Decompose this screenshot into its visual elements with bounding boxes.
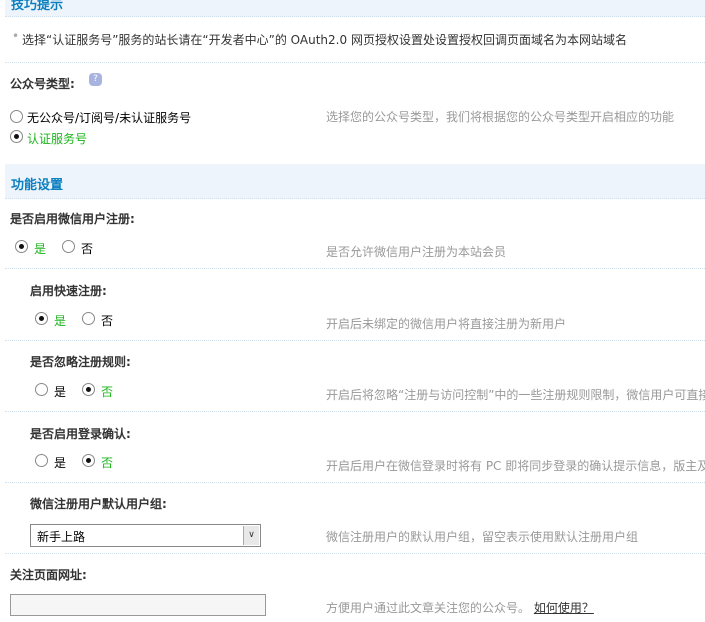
radio-yes[interactable] bbox=[35, 383, 48, 396]
user-group-select[interactable]: 新手上路 ∨ bbox=[30, 524, 261, 547]
divider bbox=[5, 268, 705, 269]
features-header: 功能设置 bbox=[5, 164, 705, 199]
radio-yes[interactable] bbox=[15, 240, 28, 253]
account-type-label: 公众号类型: bbox=[10, 77, 75, 91]
divider bbox=[5, 482, 705, 483]
radio-no-label[interactable]: 否 bbox=[101, 454, 113, 471]
radio-yes-label[interactable]: 是 bbox=[54, 383, 66, 400]
tips-title: 技巧提示 bbox=[11, 0, 64, 13]
how-to-use-link[interactable]: 如何使用？ bbox=[534, 601, 594, 615]
radio-no[interactable] bbox=[82, 383, 95, 396]
radio-yes[interactable] bbox=[35, 312, 48, 325]
chevron-down-icon[interactable]: ∨ bbox=[243, 526, 259, 545]
account-type-radio-1[interactable] bbox=[10, 130, 23, 143]
bullet-icon: • bbox=[12, 29, 20, 43]
radio-no-label[interactable]: 否 bbox=[101, 312, 113, 329]
user-group-value: 新手上路 bbox=[37, 530, 86, 544]
setting-label: 是否启用微信用户注册: bbox=[10, 212, 135, 226]
radio-yes[interactable] bbox=[35, 454, 48, 467]
help-icon[interactable]: ? bbox=[89, 73, 102, 86]
radio-no[interactable] bbox=[82, 312, 95, 325]
account-type-desc: 选择您的公众号类型，我们将根据您的公众号类型开启相应的功能 bbox=[326, 110, 675, 124]
tips-text: 选择“认证服务号”服务的站长请在“开发者中心”的 OAuth2.0 网页授权设置… bbox=[22, 33, 627, 47]
setting-label: 是否忽略注册规则: bbox=[30, 355, 131, 369]
follow-url-label: 关注页面网址: bbox=[10, 568, 87, 582]
follow-url-input[interactable] bbox=[10, 594, 266, 616]
user-group-desc: 微信注册用户的默认用户组，留空表示使用默认注册用户组 bbox=[326, 530, 639, 544]
radio-no-label[interactable]: 否 bbox=[101, 383, 113, 400]
account-type-option-0[interactable]: 无公众号/订阅号/未认证服务号 bbox=[27, 109, 191, 126]
setting-desc: 开启后用户在微信登录时将有 PC 即将同步登录的确认提示信息，版主及 bbox=[326, 459, 705, 473]
divider bbox=[5, 340, 705, 341]
account-type-option-1[interactable]: 认证服务号 bbox=[27, 130, 87, 147]
divider bbox=[5, 411, 705, 412]
radio-no[interactable] bbox=[82, 454, 95, 467]
setting-desc: 开启后将忽略“注册与访问控制”中的一些注册规则限制，微信用户可直接 bbox=[326, 388, 705, 402]
radio-no-label[interactable]: 否 bbox=[81, 240, 93, 257]
setting-desc: 是否允许微信用户注册为本站会员 bbox=[326, 245, 507, 259]
setting-label: 是否启用登录确认: bbox=[30, 427, 131, 441]
user-group-label: 微信注册用户默认用户组: bbox=[30, 497, 167, 511]
radio-yes-label[interactable]: 是 bbox=[34, 240, 46, 257]
features-title: 功能设置 bbox=[11, 178, 64, 193]
follow-url-desc-text: 方便用户通过此文章关注您的公众号。 bbox=[326, 601, 531, 615]
tips-header: 技巧提示 bbox=[5, 0, 705, 17]
follow-url-desc: 方便用户通过此文章关注您的公众号。 如何使用？ bbox=[326, 599, 594, 616]
radio-yes-label[interactable]: 是 bbox=[54, 454, 66, 471]
radio-no[interactable] bbox=[62, 240, 75, 253]
setting-label: 启用快速注册: bbox=[30, 284, 107, 298]
setting-desc: 开启后未绑定的微信用户将直接注册为新用户 bbox=[326, 317, 567, 331]
divider bbox=[5, 553, 705, 554]
radio-yes-label[interactable]: 是 bbox=[54, 312, 66, 329]
account-type-radio-0[interactable] bbox=[10, 110, 23, 123]
divider bbox=[5, 62, 705, 63]
